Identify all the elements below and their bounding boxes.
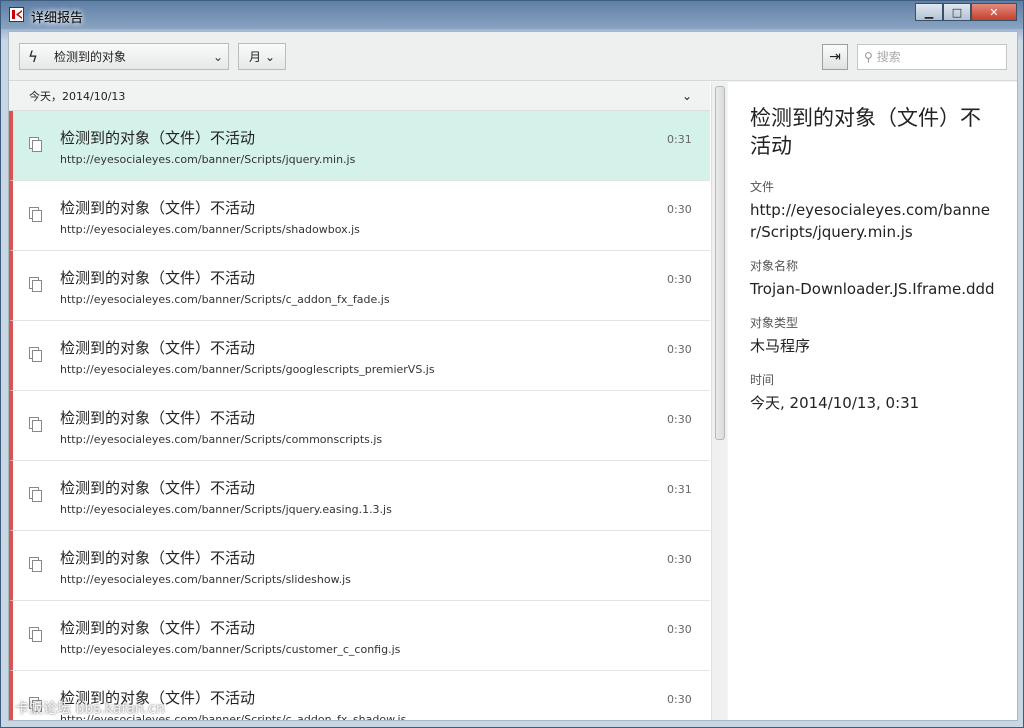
close-button[interactable]: ✕: [971, 3, 1017, 21]
kaspersky-logo-icon: [9, 7, 24, 22]
list-item[interactable]: 检测到的对象（文件）不活动 http://eyesocialeyes.com/b…: [9, 111, 710, 181]
detail-object-type-value: 木马程序: [750, 337, 811, 355]
list-item-url: http://eyesocialeyes.com/banner/Scripts/…: [60, 293, 390, 306]
list-item[interactable]: 检测到的对象（文件）不活动 http://eyesocialeyes.com/b…: [9, 601, 710, 671]
list-item-url: http://eyesocialeyes.com/banner/Scripts/…: [60, 153, 356, 166]
list-item[interactable]: 检测到的对象（文件）不活动 http://eyesocialeyes.com/b…: [9, 321, 710, 391]
list-item-title: 检测到的对象（文件）不活动: [60, 199, 256, 217]
list-item-title: 检测到的对象（文件）不活动: [60, 269, 256, 287]
event-filter-dropdown[interactable]: ϟ 检测到的对象 ⌄: [19, 43, 229, 70]
file-icon: [29, 347, 43, 363]
list-item-time: 0:30: [667, 553, 692, 566]
file-icon: [29, 137, 43, 153]
list-item-url: http://eyesocialeyes.com/banner/Scripts/…: [60, 643, 401, 656]
event-list-pane: 今天，2014/10/13 ⌄ 检测到的对象（文件）不活动 http://eye…: [9, 82, 727, 720]
list-item-url: http://eyesocialeyes.com/banner/Scripts/…: [60, 573, 351, 586]
detail-time-value: 今天, 2014/10/13, 0:31: [750, 394, 920, 412]
list-item-time: 0:30: [667, 693, 692, 706]
list-item-url: http://eyesocialeyes.com/banner/Scripts/…: [60, 433, 383, 446]
list-item-time: 0:30: [667, 343, 692, 356]
detail-object-name-label: 对象名称: [750, 259, 799, 273]
detail-object-name-value: Trojan-Downloader.JS.Iframe.ddd: [750, 280, 995, 298]
file-icon: [29, 627, 43, 643]
list-item[interactable]: 检测到的对象（文件）不活动 http://eyesocialeyes.com/b…: [9, 391, 710, 461]
list-item-title: 检测到的对象（文件）不活动: [60, 409, 256, 427]
list-item-time: 0:31: [667, 483, 692, 496]
list-item-title: 检测到的对象（文件）不活动: [60, 619, 256, 637]
chevron-down-icon[interactable]: ⌄: [682, 89, 692, 103]
minimize-button[interactable]: ▁: [915, 3, 943, 21]
list-item-title: 检测到的对象（文件）不活动: [60, 339, 256, 357]
detail-time-label: 时间: [750, 373, 775, 387]
search-box: ⚲: [857, 44, 1007, 70]
list-scrollbar[interactable]: [711, 82, 727, 720]
list-item-url: http://eyesocialeyes.com/banner/Scripts/…: [60, 223, 360, 236]
list-item[interactable]: 检测到的对象（文件）不活动 http://eyesocialeyes.com/b…: [9, 461, 710, 531]
file-icon: [29, 207, 43, 223]
date-group-header[interactable]: 今天，2014/10/13 ⌄: [9, 82, 710, 111]
detail-title: 检测到的对象（文件）不活动: [750, 106, 981, 158]
period-label: 月: [248, 50, 261, 64]
list-item-time: 0:30: [667, 623, 692, 636]
list-item[interactable]: 检测到的对象（文件）不活动 http://eyesocialeyes.com/b…: [9, 251, 710, 321]
period-dropdown[interactable]: 月 ⌄: [238, 43, 286, 70]
file-icon: [29, 277, 43, 293]
detail-pane: 检测到的对象（文件）不活动 文件 http://eyesocialeyes.co…: [728, 82, 1017, 720]
detail-object-type-label: 对象类型: [750, 316, 799, 330]
detail-file-label: 文件: [750, 180, 775, 194]
report-window: 详细报告 ▁ □ ✕ ϟ 检测到的对象 ⌄ 月 ⌄ ⇥ ⚲ 搜索 今天，2014…: [0, 0, 1024, 728]
chevron-down-icon: ⌄: [264, 49, 276, 64]
list-item-time: 0:31: [667, 133, 692, 146]
list-item-url: http://eyesocialeyes.com/banner/Scripts/…: [60, 363, 435, 376]
list-item[interactable]: 检测到的对象（文件）不活动 http://eyesocialeyes.com/b…: [9, 181, 710, 251]
file-icon: [29, 417, 43, 433]
date-group-label: 今天，2014/10/13: [29, 90, 126, 103]
event-rows: 检测到的对象（文件）不活动 http://eyesocialeyes.com/b…: [9, 111, 710, 720]
list-item-time: 0:30: [667, 413, 692, 426]
lightning-icon: ϟ: [28, 47, 38, 66]
list-item[interactable]: 检测到的对象（文件）不活动 http://eyesocialeyes.com/b…: [9, 531, 710, 601]
maximize-button[interactable]: □: [943, 3, 971, 21]
list-item-url: http://eyesocialeyes.com/banner/Scripts/…: [60, 503, 392, 516]
title-bar[interactable]: 详细报告 ▁ □ ✕: [1, 1, 1023, 29]
window-title: 详细报告: [31, 11, 84, 26]
list-item-title: 检测到的对象（文件）不活动: [60, 549, 256, 567]
list-item-title: 检测到的对象（文件）不活动: [60, 129, 256, 147]
window-controls: ▁ □ ✕: [915, 3, 1017, 21]
toolbar: ϟ 检测到的对象 ⌄ 月 ⌄ ⇥ ⚲: [9, 32, 1017, 81]
export-icon: ⇥: [829, 49, 841, 65]
file-icon: [29, 487, 43, 503]
event-filter-label: 检测到的对象: [54, 50, 127, 64]
detail-file-value: http://eyesocialeyes.com/banner/Scripts/…: [750, 201, 991, 241]
list-item-time: 0:30: [667, 203, 692, 216]
scrollbar-thumb[interactable]: [715, 86, 725, 440]
chevron-down-icon: ⌄: [212, 49, 224, 64]
search-icon: ⚲: [864, 50, 873, 64]
report-client-area: ϟ 检测到的对象 ⌄ 月 ⌄ ⇥ ⚲ 今天，2014/10/13 ⌄: [8, 31, 1018, 721]
export-button[interactable]: ⇥: [822, 44, 848, 70]
list-item-time: 0:30: [667, 273, 692, 286]
list-item-title: 检测到的对象（文件）不活动: [60, 479, 256, 497]
forum-watermark: 卡饭论坛 bbs.kafan.cn: [15, 701, 165, 717]
search-input[interactable]: [876, 50, 997, 64]
file-icon: [29, 557, 43, 573]
